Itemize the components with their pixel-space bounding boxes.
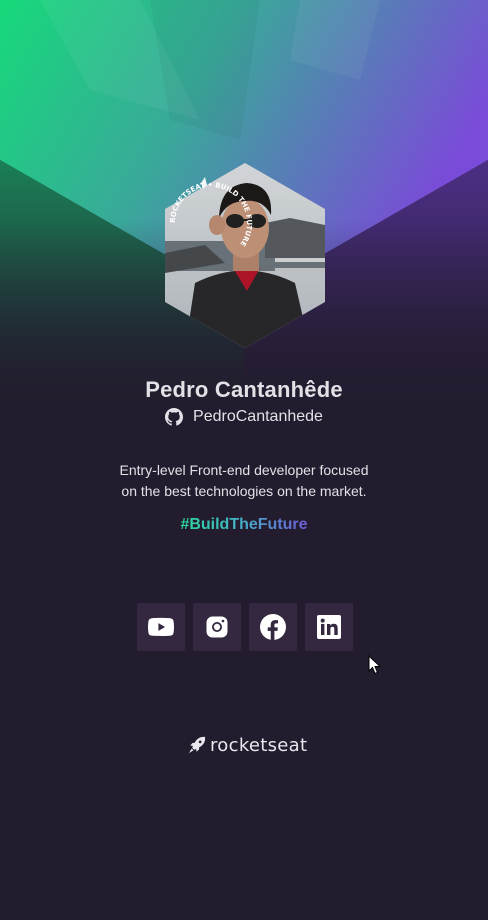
hashtag: #BuildTheFuture [0, 514, 488, 536]
profile-name: Pedro Cantanhêde [145, 377, 343, 402]
instagram-icon [206, 616, 228, 638]
page: ROCKETSEAT • BUILD THE FUTURE Pedro Cant… [0, 0, 488, 920]
facebook-button[interactable] [249, 603, 297, 651]
youtube-icon [148, 617, 174, 637]
social-links [137, 603, 353, 651]
bio: Entry-level Front-end developer focused … [94, 460, 394, 502]
bio-line-2: on the best technologies on the market. [121, 483, 367, 499]
linkedin-icon [317, 615, 341, 639]
linkedin-button[interactable] [305, 603, 353, 651]
profile-info: Pedro Cantanhêde PedroCantanhede [0, 376, 488, 428]
bio-line-1: Entry-level Front-end developer focused [119, 462, 369, 478]
github-username: PedroCantanhede [193, 408, 323, 425]
github-link[interactable]: PedroCantanhede [0, 406, 488, 428]
mouse-cursor-icon [368, 655, 382, 675]
brand-name: rocketseat [210, 734, 308, 756]
brand-logo[interactable]: rocketseat [188, 733, 307, 757]
rocket-icon [188, 736, 206, 754]
hashtag-text: #BuildTheFuture [180, 516, 308, 533]
youtube-button[interactable] [137, 603, 185, 651]
github-icon [165, 408, 184, 426]
facebook-icon [260, 614, 286, 640]
instagram-button[interactable] [193, 603, 241, 651]
avatar: ROCKETSEAT • BUILD THE FUTURE [165, 163, 325, 348]
